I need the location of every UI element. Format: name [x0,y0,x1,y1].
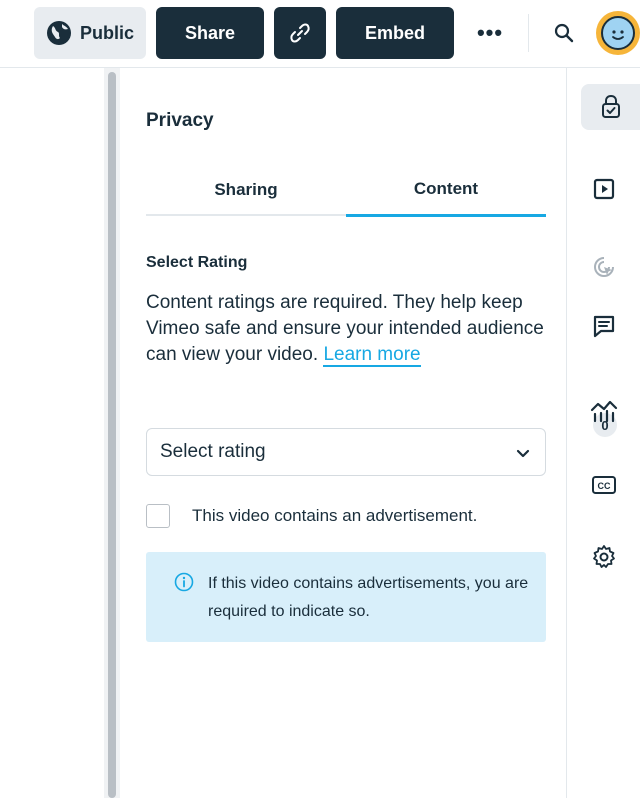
gear-icon [593,545,615,568]
link-icon [290,23,310,43]
privacy-tool-button[interactable] [581,84,640,130]
info-icon [174,572,194,592]
cursor-click-icon [594,257,614,277]
settings-tool-button[interactable] [581,534,627,580]
svg-text:CC: CC [598,481,611,491]
more-options-button[interactable]: ••• [466,7,514,59]
advertisement-checkbox-label: This video contains an advertisement. [192,506,478,525]
play-square-icon [593,178,615,200]
comments-tool-button[interactable] [581,304,627,350]
analytics-tool-button[interactable] [581,388,627,434]
share-button[interactable]: Share [156,7,264,59]
globe-icon [46,21,71,45]
privacy-tabs: Sharing Content [146,164,546,217]
video-tool-button[interactable] [581,166,627,212]
tab-sharing[interactable]: Sharing [146,164,346,216]
toolbar-divider [528,14,529,52]
cc-icon: CC [592,476,616,494]
avatar-face-icon [601,16,635,50]
panel-scrollbar[interactable] [104,68,120,798]
top-bar: Public Share Embed ••• [0,0,640,68]
privacy-panel: Privacy Sharing Content Select Rating Co… [120,68,566,798]
chevron-down-icon [516,449,530,458]
scrollbar-thumb[interactable] [108,72,116,798]
public-label: Public [79,22,134,43]
lock-check-icon [602,94,620,118]
notice-text: If this video contains advertisements, y… [208,575,529,620]
panel-title: Privacy [146,110,214,131]
rating-select-value: Select rating [160,441,266,462]
rating-description: Content ratings are required. They help … [146,290,546,368]
rating-select[interactable]: Select rating [146,428,546,476]
copy-link-button[interactable] [274,7,326,59]
search-icon [554,23,574,43]
analytics-icon [590,400,618,423]
right-toolbar: 0 CC [566,68,640,798]
search-button[interactable] [546,7,582,59]
advertisement-notice: If this video contains advertisements, y… [146,552,546,642]
section-title: Select Rating [146,254,248,271]
learn-more-link[interactable]: Learn more [323,344,421,367]
advertisement-checkbox[interactable] [146,504,170,528]
privacy-public-button[interactable]: Public [34,7,146,59]
comment-icon [593,315,615,338]
captions-tool-button[interactable]: CC [581,462,627,508]
embed-button[interactable]: Embed [336,7,454,59]
tab-content[interactable]: Content [346,164,546,217]
interaction-tool-button[interactable] [581,244,627,290]
user-avatar[interactable] [596,11,640,55]
